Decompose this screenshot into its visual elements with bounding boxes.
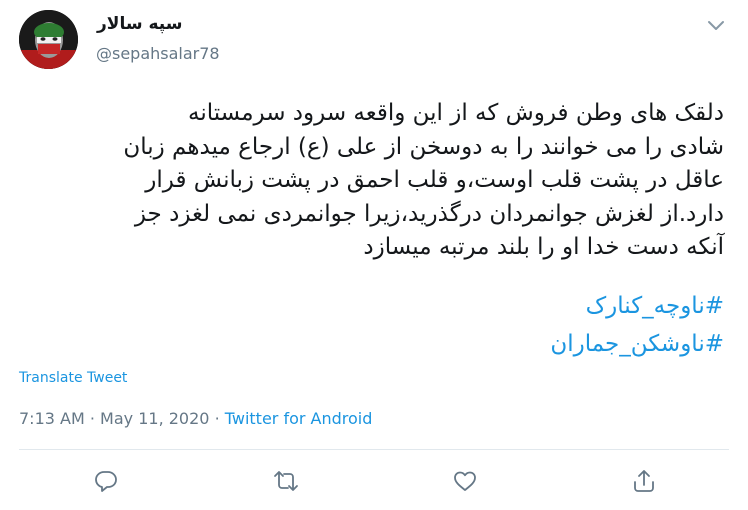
- meta-separator: ·: [89, 409, 95, 428]
- tweet-text: دلقک های وطن فروش که از این واقعه سرود س…: [9, 97, 724, 265]
- reply-icon[interactable]: [93, 468, 119, 494]
- avatar-image: [19, 10, 78, 69]
- heart-icon[interactable]: [452, 468, 478, 494]
- share-icon[interactable]: [631, 468, 657, 494]
- hashtag-link[interactable]: #ناوچه_کنارک: [9, 287, 724, 325]
- translate-tweet-link[interactable]: Translate Tweet: [19, 370, 127, 386]
- hashtag-list: #ناوچه_کنارک #ناوشکن_جماران: [9, 287, 724, 363]
- tweet-source-link[interactable]: Twitter for Android: [225, 409, 373, 428]
- divider: [19, 449, 729, 450]
- tweet-text-line: دارد.از لغزش جوانمردان درگذرید،زیرا جوان…: [134, 200, 724, 227]
- tweet-date[interactable]: May 11, 2020: [100, 409, 209, 428]
- avatar[interactable]: [19, 10, 78, 69]
- tweet-text-line: آنکه دست خدا او را بلند مرتبه میسازد: [363, 234, 724, 261]
- hashtag-link[interactable]: #ناوشکن_جماران: [9, 325, 724, 363]
- tweet-time[interactable]: 7:13 AM: [19, 409, 85, 428]
- chevron-down-icon[interactable]: [706, 18, 726, 34]
- tweet-text-line: عاقل در پشت قلب اوست،و قلب احمق در پشت ز…: [145, 167, 724, 194]
- tweet-meta: 7:13 AM · May 11, 2020 · Twitter for And…: [19, 409, 372, 428]
- display-name[interactable]: سپه سالار: [97, 14, 182, 34]
- tweet-text-line: شادی را می خوانند را به دوسخن از علی (ع)…: [123, 133, 724, 160]
- retweet-icon[interactable]: [273, 468, 299, 494]
- meta-separator: ·: [214, 409, 220, 428]
- user-handle[interactable]: @sepahsalar78: [96, 44, 220, 63]
- tweet-text-line: دلقک های وطن فروش که از این واقعه سرود س…: [188, 100, 724, 126]
